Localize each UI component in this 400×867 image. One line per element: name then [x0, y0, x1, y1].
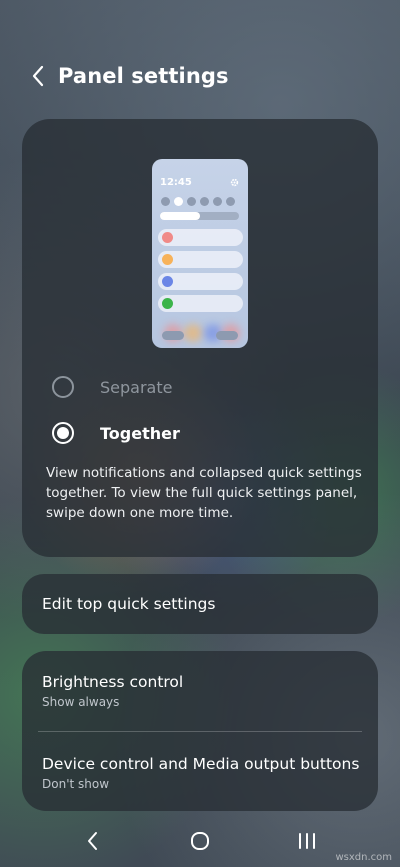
panel-preview-image: 12:45	[152, 159, 248, 348]
preview-notification-dot	[162, 276, 173, 287]
device-control-media-output-item[interactable]: Device control and Media output buttons …	[42, 755, 359, 791]
preview-toggle	[200, 197, 209, 206]
chevron-left-icon	[32, 65, 44, 87]
radio-separate[interactable]	[52, 376, 74, 398]
preview-notification	[158, 295, 243, 312]
home-icon	[190, 832, 209, 850]
preview-time: 12:45	[160, 177, 192, 188]
panel-layout-card: 12:45 Separate Together View notificatio…	[22, 119, 378, 557]
preview-button	[216, 331, 238, 340]
nav-back-button[interactable]	[73, 821, 113, 861]
preview-brightness-fill	[160, 212, 200, 220]
settings-list-card: Brightness control Show always Device co…	[22, 651, 378, 811]
preview-blur	[184, 324, 202, 342]
preview-brightness-bar	[160, 212, 239, 220]
nav-home-button[interactable]	[180, 821, 220, 861]
preview-quick-toggles	[161, 197, 235, 206]
edit-top-quick-settings[interactable]: Edit top quick settings	[22, 574, 378, 634]
divider	[38, 731, 362, 732]
option-label: Together	[100, 423, 180, 443]
preview-toggle	[174, 197, 183, 206]
nav-recents-button[interactable]	[287, 821, 327, 861]
preview-notification-dot	[162, 232, 173, 243]
header: Panel settings	[24, 58, 229, 94]
preview-notification	[158, 273, 243, 290]
option-separate[interactable]: Separate	[52, 376, 172, 398]
option-label: Separate	[100, 377, 173, 397]
item-title: Brightness control	[42, 673, 184, 691]
item-subtitle: Show always	[42, 695, 120, 709]
item-title: Device control and Media output buttons	[42, 755, 360, 773]
recents-icon	[298, 833, 315, 849]
page-title: Panel settings	[58, 64, 229, 88]
brightness-control-item[interactable]: Brightness control Show always	[42, 673, 183, 709]
preview-toggle	[161, 197, 170, 206]
preview-toggle	[213, 197, 222, 206]
preview-bottom	[152, 318, 248, 348]
radio-dot	[57, 427, 69, 439]
back-button[interactable]	[24, 58, 52, 94]
edit-top-quick-settings-label: Edit top quick settings	[42, 595, 216, 613]
preview-notification-dot	[162, 254, 173, 265]
item-subtitle: Don't show	[42, 777, 110, 791]
preview-button	[162, 331, 184, 340]
preview-toggle	[226, 197, 235, 206]
option-description: View notifications and collapsed quick s…	[46, 465, 362, 521]
preview-notification	[158, 251, 243, 268]
preview-notification	[158, 229, 243, 246]
watermark: wsxdn.com	[335, 852, 392, 863]
radio-together[interactable]	[52, 422, 74, 444]
back-icon	[88, 832, 98, 850]
preview-toggle	[187, 197, 196, 206]
option-together[interactable]: Together	[52, 422, 180, 444]
preview-notification-dot	[162, 298, 173, 309]
gear-icon	[230, 178, 239, 187]
